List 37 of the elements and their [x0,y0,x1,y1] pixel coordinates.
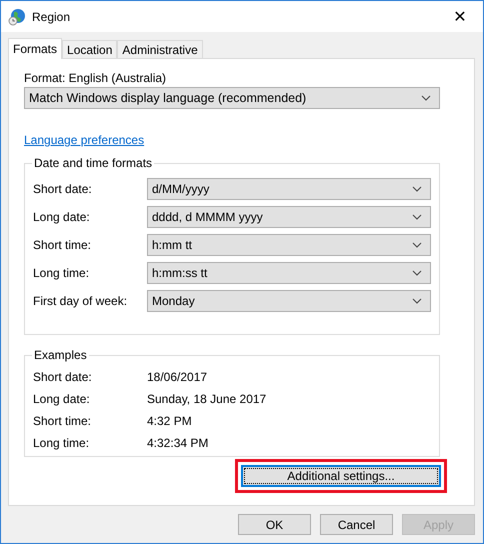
chevron-down-icon [412,186,422,192]
tab[interactable]: Location [62,40,118,58]
chevron-down-icon [412,242,422,248]
chevron-down-icon [412,214,422,220]
language-preferences-link[interactable]: Language preferences [24,133,144,149]
example-value: Sunday, 18 June 2017 [147,392,266,406]
globe-icon [8,8,26,26]
dropdown[interactable]: Monday [147,290,431,312]
field-label: Long time: [33,266,90,280]
example-value: 4:32:34 PM [147,436,208,450]
dropdown[interactable]: d/MM/yyyy [147,178,431,200]
dialog-button[interactable]: Cancel [320,514,393,535]
field-label: First day of week: [33,294,128,308]
dialog-button[interactable]: OK [238,514,311,535]
tab[interactable]: Administrative [117,40,203,58]
field-label: Long time: [33,436,90,450]
additional-settings-button[interactable]: Additional settings... [241,465,441,487]
format-label: Format: English (Australia) [24,71,168,87]
group-title: Date and time formats [32,156,154,170]
chevron-down-icon [421,95,431,101]
field-label: Long date: [33,392,91,406]
field-label: Long date: [33,210,91,224]
chevron-down-icon [412,298,422,304]
field-label: Short time: [33,414,92,428]
field-label: Short date: [33,182,93,196]
dropdown[interactable]: h:mm tt [147,234,431,256]
dropdown[interactable]: Match Windows display language (recommended) [24,87,440,109]
field-label: Short date: [33,370,93,384]
dropdown[interactable]: h:mm:ss tt [147,262,431,284]
example-value: 18/06/2017 [147,370,208,384]
example-value: 4:32 PM [147,414,192,428]
chevron-down-icon [412,270,422,276]
field-label: Short time: [33,238,92,252]
group-title: Examples [32,348,89,362]
window-title: Region [32,10,72,24]
tab[interactable]: Formats [8,38,62,59]
dropdown[interactable]: dddd, d MMMM yyyy [147,206,431,228]
